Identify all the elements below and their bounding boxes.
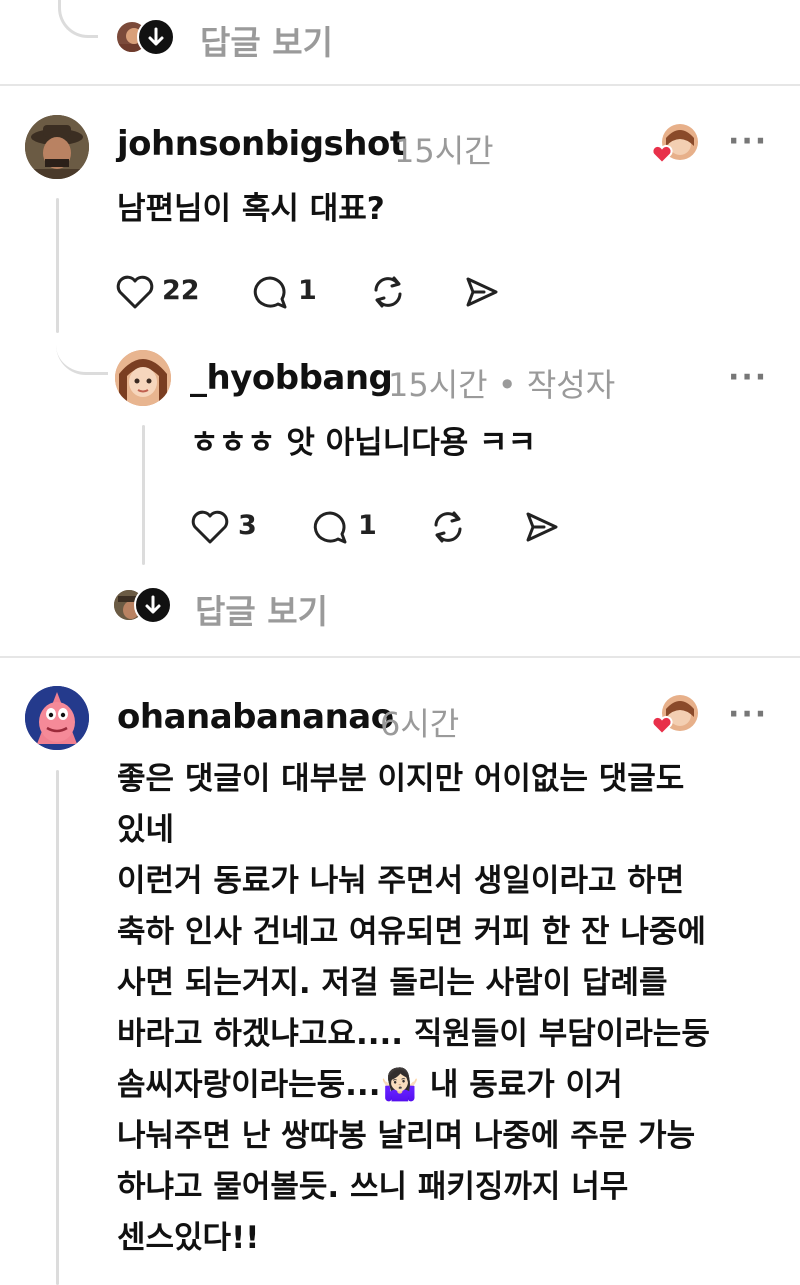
repost-icon[interactable] <box>368 272 408 312</box>
reply-text: ㅎㅎㅎ 앗 아닙니다용 ㅋㅋ <box>190 425 537 461</box>
comment-divider <box>0 656 800 658</box>
thread-line <box>56 770 59 1285</box>
thread-connector <box>58 0 98 38</box>
like-count: 3 <box>238 510 257 541</box>
share-icon[interactable] <box>462 273 502 311</box>
avatar[interactable] <box>25 686 89 750</box>
liked-heart-icon <box>651 144 673 165</box>
comment-line: 하냐고 물어볼듯. 쓰니 패키징까지 너무 <box>117 1169 629 1205</box>
arrow-down-icon <box>134 586 172 624</box>
comment-icon[interactable] <box>250 273 290 311</box>
like-count: 22 <box>162 275 200 306</box>
comment-time: 15시간 <box>394 132 494 170</box>
reply-avatars <box>115 18 175 58</box>
comment-line: 사면 되는거지. 저걸 돌리는 사람이 답례를 <box>117 965 668 1001</box>
comment-icon[interactable] <box>310 508 350 546</box>
comment-time: 6시간 <box>380 705 460 743</box>
comment-text: 좋은 댓글이 대부분 이지만 어이없는 댓글도 있네 이런거 동료가 나눠 주면… <box>117 754 710 1264</box>
comment-line: 있네 <box>117 812 175 848</box>
heart-icon[interactable] <box>190 508 230 546</box>
comment-line: 바라고 하겠냐고요.... 직원들이 부담이라는둥 <box>117 1016 710 1052</box>
liked-heart-icon <box>651 715 673 736</box>
avatar[interactable] <box>25 115 89 179</box>
comment-line: 센스있다!! <box>117 1220 260 1256</box>
more-icon[interactable]: ··· <box>728 360 768 395</box>
comment-username[interactable]: ohanabananao <box>117 697 394 737</box>
comment-divider <box>0 84 800 86</box>
reply-count: 1 <box>358 510 377 541</box>
thread-connector <box>56 300 108 375</box>
reply-count: 1 <box>298 275 317 306</box>
author-liked-badge <box>650 695 700 741</box>
view-replies-link[interactable]: 답글 보기 <box>200 16 333 64</box>
heart-icon[interactable] <box>115 273 155 311</box>
reply-time-author: 15시간 • 작성자 <box>388 366 616 404</box>
repost-icon[interactable] <box>428 507 468 547</box>
more-icon[interactable]: ··· <box>728 697 768 732</box>
comment-line: 이런거 동료가 나눠 주면서 생일이라고 하면 <box>117 863 685 899</box>
author-liked-badge <box>650 124 700 170</box>
comment-line: 축하 인사 건네고 여유되면 커피 한 잔 나중에 <box>117 914 706 950</box>
comment-text: 남편님이 혹시 대표? <box>117 191 385 227</box>
avatar[interactable] <box>115 350 171 406</box>
comment-line: 좋은 댓글이 대부분 이지만 어이없는 댓글도 <box>117 761 685 797</box>
reply-avatars <box>112 586 172 626</box>
more-icon[interactable]: ··· <box>728 124 768 159</box>
comment-line: 솜씨자랑이라는둥...🤷🏻‍♀️ 내 동료가 이거 <box>117 1067 623 1103</box>
reply-username[interactable]: _hyobbang <box>190 358 393 398</box>
view-replies-link[interactable]: 답글 보기 <box>195 585 328 633</box>
thread-line <box>142 425 145 565</box>
comment-line: 나눠주면 난 쌍따봉 날리며 나중에 주문 가능 <box>117 1118 696 1154</box>
comment-username[interactable]: johnsonbigshot <box>117 124 406 164</box>
share-icon[interactable] <box>522 508 562 546</box>
arrow-down-icon <box>137 18 175 56</box>
